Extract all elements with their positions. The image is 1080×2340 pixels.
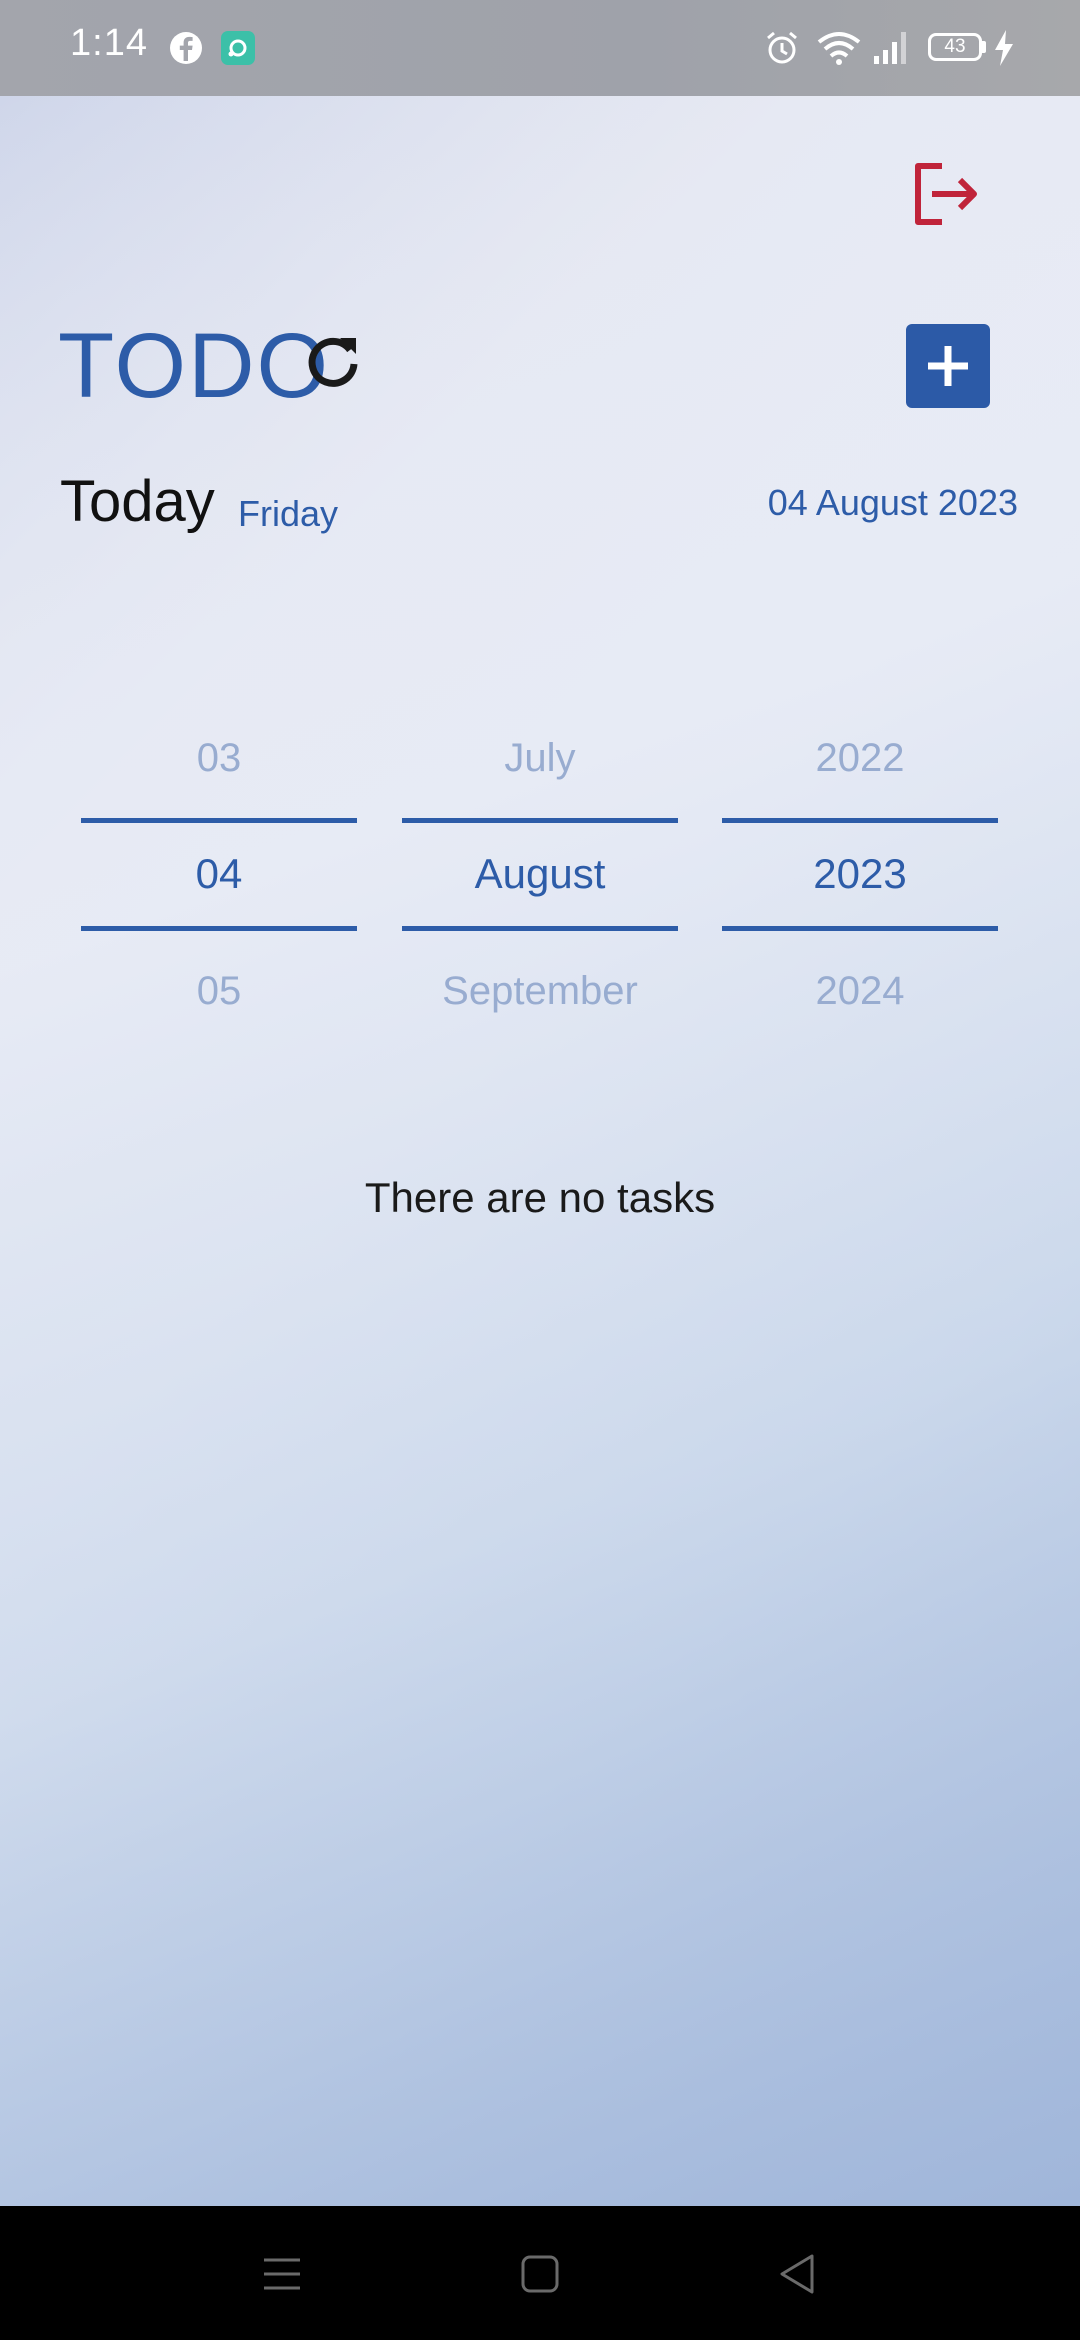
weekday-label: Friday [238, 493, 339, 534]
today-label: Today [60, 469, 215, 534]
current-date: 04 August 2023 [767, 482, 1018, 523]
alarm-icon [767, 31, 797, 64]
empty-tasks-message: There are no tasks [364, 1174, 716, 1221]
add-task-button[interactable] [906, 324, 990, 408]
picker-divider [402, 818, 678, 823]
day-option-next[interactable]: 05 [81, 969, 357, 1014]
facebook-icon [170, 32, 202, 64]
charging-icon [995, 30, 1013, 66]
status-bar: 1:14 43 [0, 0, 1080, 96]
picker-divider [402, 926, 678, 931]
menu-icon[interactable] [258, 2250, 306, 2298]
wifi-icon [817, 32, 861, 65]
battery-nub [982, 41, 986, 53]
day-option-prev[interactable]: 03 [81, 736, 357, 781]
year-option-prev[interactable]: 2022 [722, 736, 998, 781]
battery-icon: 43 [928, 33, 982, 61]
year-option-selected[interactable]: 2023 [722, 850, 998, 898]
logout-icon[interactable] [910, 158, 982, 230]
signal-icon [874, 32, 906, 64]
app-title: TODO [58, 315, 331, 417]
app-notification-icon [221, 31, 255, 65]
year-option-next[interactable]: 2024 [722, 969, 998, 1014]
home-icon[interactable] [516, 2250, 564, 2298]
refresh-icon[interactable] [302, 330, 364, 392]
year-picker[interactable]: 2022 2023 2024 [722, 696, 998, 1036]
month-option-next[interactable]: September [402, 969, 678, 1014]
month-picker[interactable]: July August September [402, 696, 678, 1036]
month-option-selected[interactable]: August [402, 850, 678, 898]
day-option-selected[interactable]: 04 [81, 850, 357, 898]
picker-divider [722, 818, 998, 823]
month-option-prev[interactable]: July [402, 736, 678, 781]
plus-icon [928, 346, 968, 386]
picker-divider [81, 818, 357, 823]
day-picker[interactable]: 03 04 05 [81, 696, 357, 1036]
status-time: 1:14 [70, 22, 148, 64]
picker-divider [722, 926, 998, 931]
navigation-bar [0, 2206, 1080, 2340]
back-icon[interactable] [774, 2250, 822, 2298]
picker-divider [81, 926, 357, 931]
main-screen: TODO Today Friday 04 August 2023 03 04 0… [0, 96, 1080, 2206]
battery-level: 43 [944, 36, 966, 57]
